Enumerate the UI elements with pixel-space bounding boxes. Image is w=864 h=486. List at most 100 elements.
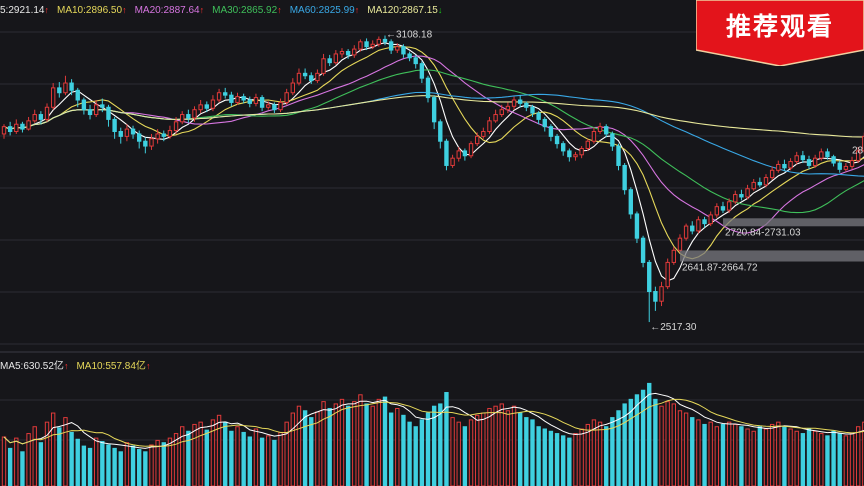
volume-bar — [517, 412, 523, 486]
candle-body — [610, 133, 615, 147]
arrow-down-icon: ↓ — [437, 4, 443, 15]
candle-body — [431, 97, 437, 123]
volume-bar — [542, 428, 547, 486]
volume-bar — [782, 426, 787, 486]
volume-bar — [769, 423, 775, 486]
candle-body — [216, 92, 222, 101]
volume-bar — [677, 410, 683, 486]
candle-body — [87, 109, 93, 116]
volume-bar — [708, 421, 713, 486]
volume-bars — [1, 382, 864, 486]
volume-bar — [616, 410, 621, 486]
volume-bar — [14, 437, 19, 486]
volume-bar — [321, 401, 326, 486]
gap-label: 2720.84-2731.03 — [725, 227, 801, 238]
candle-body — [487, 120, 492, 133]
volume-bar — [204, 429, 209, 486]
volume-bar — [561, 435, 566, 486]
volume-bar — [100, 441, 105, 486]
volume-bar — [20, 451, 25, 486]
candle-body — [524, 102, 529, 108]
candle-body — [733, 194, 738, 203]
candle-body — [50, 87, 56, 108]
volume-bar — [143, 451, 148, 486]
price_legend-text: MA60:2825.99 — [289, 4, 355, 16]
volume-bar — [339, 398, 345, 486]
volume-bar — [352, 401, 357, 486]
volume-bar — [438, 403, 443, 486]
volume-bar — [229, 430, 234, 486]
volume-bar — [216, 414, 222, 486]
candle-body — [38, 114, 44, 120]
candle-body — [468, 143, 474, 157]
volume-bar — [253, 428, 259, 486]
candle-body — [57, 87, 62, 94]
volume-bar — [419, 419, 425, 486]
candle-body — [702, 219, 707, 225]
volume-bar — [831, 430, 836, 486]
volume-bar — [548, 430, 554, 486]
candle-body — [290, 82, 296, 94]
candle-body — [93, 104, 99, 116]
candle-body — [204, 104, 209, 109]
arrow-up-icon: ↑ — [145, 360, 151, 371]
candle-body — [235, 96, 240, 103]
candle-body — [831, 156, 836, 164]
badge-label: 推荐观看 — [725, 12, 834, 41]
volume-bar — [671, 403, 677, 486]
candle-body — [757, 181, 763, 186]
price_legend-item: MA120:2867.15↓ — [367, 5, 442, 16]
volume-bar — [302, 410, 308, 486]
volume-bar — [333, 403, 339, 486]
candle-body — [573, 154, 578, 158]
volume-bar — [855, 426, 861, 486]
volume-bar — [327, 407, 332, 486]
candle-body — [493, 114, 498, 122]
candle-body — [769, 169, 775, 179]
candle-body — [819, 151, 824, 159]
candle-body — [395, 46, 400, 51]
volume-bar — [524, 417, 529, 486]
price_legend-item: MA10:2896.50↑ — [57, 5, 127, 16]
volume-bar — [173, 433, 179, 486]
candle-body — [438, 121, 443, 142]
candle-body — [321, 58, 326, 74]
candle-body — [481, 131, 486, 137]
volume-bar — [223, 421, 228, 486]
volume-bar — [450, 417, 455, 486]
volume-bar — [388, 412, 394, 486]
volume-bar — [137, 449, 142, 486]
price_legend-text: MA20:2887.64 — [134, 4, 200, 16]
candle-body — [223, 92, 228, 96]
candle-body — [782, 163, 787, 169]
volume-bar — [112, 447, 117, 486]
volume-bar — [192, 423, 197, 486]
candle-body — [161, 133, 166, 137]
candle-body — [511, 99, 517, 107]
stock-chart[interactable]: ←3108.18 2720.84-2731.03 2641.87-2664.72 ←2… — [0, 0, 864, 486]
volume-bar — [87, 447, 93, 486]
volume-bar — [272, 439, 277, 486]
volume-bar — [155, 439, 160, 486]
gap-band — [722, 218, 864, 227]
candle-body — [456, 150, 461, 159]
volume-bar — [69, 431, 74, 486]
candle-body — [192, 109, 197, 119]
candle-body — [579, 147, 584, 156]
extreme-label: ←2517.30 — [650, 322, 697, 333]
volume-ma-legend: MA5:630.52亿↑ MA10:557.84亿↑ — [0, 355, 158, 373]
volume-bar — [683, 412, 689, 486]
recommend-badge[interactable]: 推荐观看 — [696, 0, 864, 66]
candle-body — [198, 104, 203, 111]
candle-body — [837, 162, 842, 170]
candle-body — [616, 145, 621, 166]
volume-bar — [640, 389, 646, 486]
candle-body — [806, 159, 812, 166]
arrow-up-icon: ↑ — [354, 4, 360, 15]
volume-bar — [75, 438, 80, 486]
price_legend-item: MA60:2825.99↑ — [290, 5, 360, 16]
volume-bar — [63, 417, 68, 486]
candle-body — [474, 135, 480, 145]
volume-bar — [819, 433, 824, 486]
candle-body — [640, 237, 646, 263]
